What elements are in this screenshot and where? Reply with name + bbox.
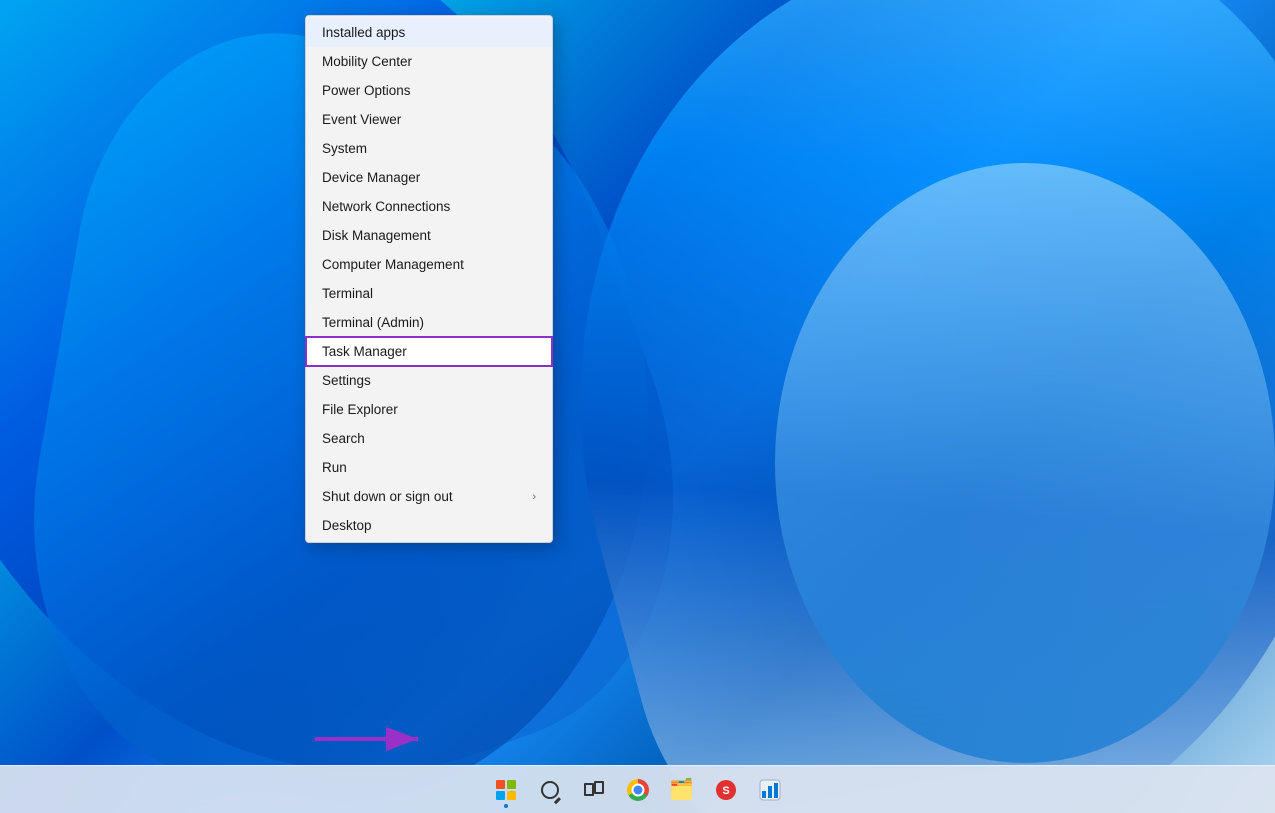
menu-item-file-explorer[interactable]: File Explorer [306, 395, 552, 424]
app-icon-chart[interactable] [750, 770, 790, 810]
search-button[interactable] [530, 770, 570, 810]
svg-text:S: S [722, 785, 729, 797]
submenu-arrow-icon: › [532, 491, 536, 503]
desktop: Installed apps Mobility Center Power Opt… [0, 0, 1275, 813]
context-menu: Installed apps Mobility Center Power Opt… [305, 15, 553, 543]
taskbar: 🗂️ S [0, 765, 1275, 813]
menu-item-task-manager[interactable]: Task Manager [306, 337, 552, 366]
folder-icon: 🗂️ [669, 777, 694, 802]
start-button[interactable] [486, 770, 526, 810]
menu-item-run[interactable]: Run [306, 453, 552, 482]
red-app-icon: S [715, 779, 737, 801]
search-icon [541, 781, 559, 799]
menu-item-shut-down[interactable]: Shut down or sign out › [306, 482, 552, 511]
menu-item-disk-management[interactable]: Disk Management [306, 221, 552, 250]
taskview-icon [584, 781, 604, 799]
menu-item-computer-management[interactable]: Computer Management [306, 250, 552, 279]
arrow-annotation [310, 723, 430, 755]
menu-item-installed-apps[interactable]: Installed apps [306, 18, 552, 47]
windows-logo-icon [496, 780, 516, 800]
file-explorer-button[interactable]: 🗂️ [662, 770, 702, 810]
menu-item-system[interactable]: System [306, 134, 552, 163]
arrow-icon [310, 723, 430, 755]
menu-item-settings[interactable]: Settings [306, 366, 552, 395]
task-view-button[interactable] [574, 770, 614, 810]
menu-item-terminal[interactable]: Terminal [306, 279, 552, 308]
menu-item-device-manager[interactable]: Device Manager [306, 163, 552, 192]
menu-item-mobility-center[interactable]: Mobility Center [306, 47, 552, 76]
menu-item-network-connections[interactable]: Network Connections [306, 192, 552, 221]
menu-item-power-options[interactable]: Power Options [306, 76, 552, 105]
app-icon-red[interactable]: S [706, 770, 746, 810]
chart-app-icon [759, 779, 781, 801]
active-dot [504, 804, 508, 808]
menu-item-event-viewer[interactable]: Event Viewer [306, 105, 552, 134]
chrome-icon [627, 779, 649, 801]
menu-item-terminal-admin[interactable]: Terminal (Admin) [306, 308, 552, 337]
menu-item-desktop[interactable]: Desktop [306, 511, 552, 540]
menu-item-search[interactable]: Search [306, 424, 552, 453]
wallpaper-swirls [0, 0, 1275, 813]
chrome-button[interactable] [618, 770, 658, 810]
